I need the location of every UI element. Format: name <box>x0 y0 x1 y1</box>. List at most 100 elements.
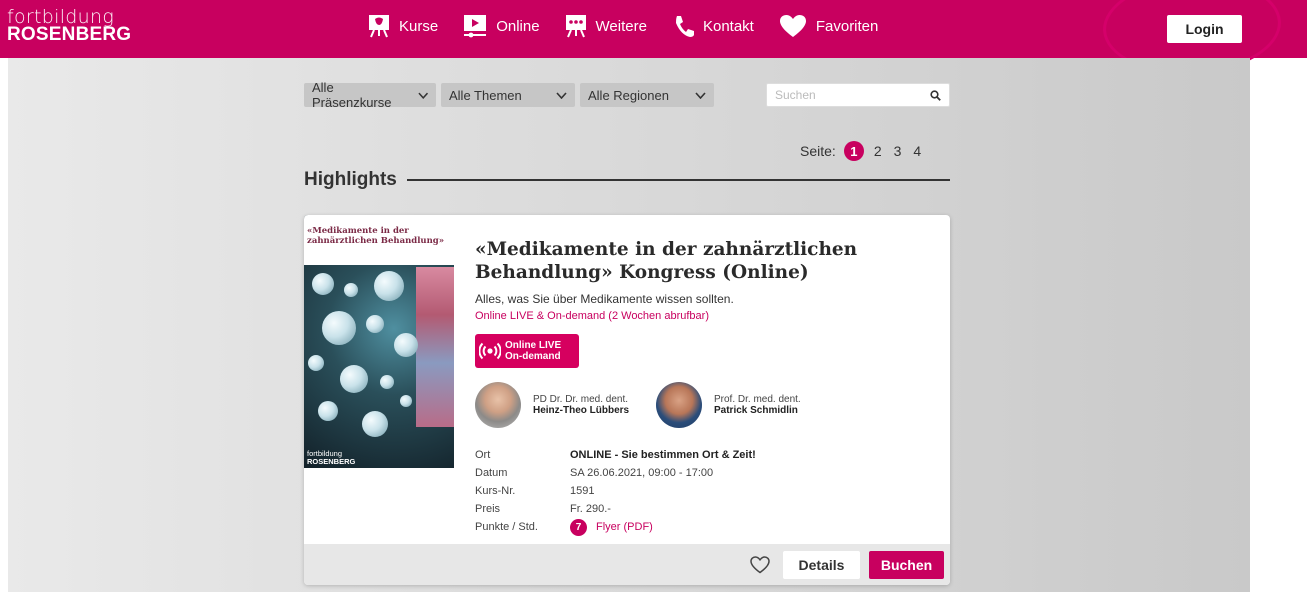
points-badge: 7 <box>570 518 587 536</box>
cover-cell <box>400 395 412 407</box>
info-value: ONLINE - Sie bestimmen Ort & Zeit! <box>570 449 756 461</box>
cover-subtitle <box>307 249 451 254</box>
info-row-points: Punkte / Std. 7 Flyer (PDF) <box>475 518 756 536</box>
page-2-button[interactable]: 2 <box>874 143 882 159</box>
card-footer: Details Buchen <box>304 544 950 585</box>
chevron-down-icon <box>556 91 567 99</box>
search-input[interactable]: Suchen <box>766 83 950 107</box>
cover-cell <box>340 365 368 393</box>
course-description: Alles, was Sie über Medikamente wissen s… <box>475 292 734 306</box>
page-4-button[interactable]: 4 <box>913 143 921 159</box>
cover-cell <box>374 271 404 301</box>
info-row-location: Ort ONLINE - Sie bestimmen Ort & Zeit! <box>475 446 756 464</box>
cover-cell <box>362 411 388 437</box>
flyer-link[interactable]: Flyer (PDF) <box>596 521 653 533</box>
speaker-1-name: PD Dr. Dr. med. dent. Heinz-Theo Lübbers <box>533 394 629 417</box>
online-live-badge: Online LIVE On-demand <box>475 334 579 368</box>
cover-header: «Medikamente in der zahnärztlichen Behan… <box>304 215 454 265</box>
cover-photo-strip <box>416 267 454 427</box>
cover-cell <box>380 375 394 389</box>
nav-item-weitere[interactable]: Weitere <box>565 14 647 38</box>
filter-topics[interactable]: Alle Themen <box>441 83 575 107</box>
chevron-down-icon <box>695 91 706 99</box>
filter-bar: Alle Präsenzkurse Alle Themen Alle Regio… <box>304 80 719 110</box>
book-button[interactable]: Buchen <box>869 551 944 579</box>
course-mode: Online LIVE & On-demand (2 Wochen abrufb… <box>475 310 709 322</box>
highlights-header: Highlights <box>304 169 950 191</box>
search-placeholder: Suchen <box>775 88 816 102</box>
speaker-1-fullname: Heinz-Theo Lübbers <box>533 405 630 416</box>
badge-line-1: Online LIVE <box>505 340 562 351</box>
search-icon <box>930 89 941 101</box>
filter-regions[interactable]: Alle Regionen <box>580 83 714 107</box>
brand-logo[interactable]: fortbildung ROSENBERG <box>7 6 131 45</box>
section-title: Highlights <box>304 169 397 190</box>
nav-label-weitere: Weitere <box>595 17 647 35</box>
nav-label-kontakt: Kontakt <box>702 17 754 35</box>
info-row-course-number: Kurs-Nr. 1591 <box>475 482 756 500</box>
top-navigation-bar: fortbildung ROSENBERG Kurse Online Weite… <box>0 0 1307 58</box>
page-1-button[interactable]: 1 <box>843 141 864 161</box>
avatar <box>656 382 702 428</box>
broadcast-icon <box>479 342 501 360</box>
login-button[interactable]: Login <box>1167 15 1242 43</box>
video-play-icon <box>464 15 487 38</box>
course-cover-image[interactable]: «Medikamente in der zahnärztlichen Behan… <box>304 215 454 468</box>
info-value: 1591 <box>570 485 595 497</box>
cover-logo-line-2: ROSENBERG <box>307 456 356 466</box>
presentation-board-icon <box>369 15 389 38</box>
info-value: 7 Flyer (PDF) <box>570 518 653 536</box>
nav-label-kurse: Kurse <box>399 17 439 35</box>
nav-item-kurse[interactable]: Kurse <box>368 14 438 38</box>
section-divider <box>406 179 950 181</box>
speaker-1[interactable]: PD Dr. Dr. med. dent. Heinz-Theo Lübbers <box>475 382 629 428</box>
cover-cell <box>308 355 324 371</box>
nav-label-favoriten: Favoriten <box>815 17 879 35</box>
nav-item-online[interactable]: Online <box>463 14 540 38</box>
cover-cell <box>344 283 358 297</box>
pagination-label: Seite: <box>800 143 836 159</box>
cover-logo: fortbildung ROSENBERG <box>307 450 355 465</box>
nav-item-favoriten[interactable]: Favoriten <box>779 14 879 38</box>
speaker-1-title: PD Dr. Dr. med. dent. <box>533 393 629 405</box>
heart-outline-icon <box>750 556 770 574</box>
cover-cell <box>312 273 334 295</box>
heart-icon <box>779 15 806 37</box>
speaker-2-name: Prof. Dr. med. dent. Patrick Schmidlin <box>714 394 801 417</box>
speaker-2[interactable]: Prof. Dr. med. dent. Patrick Schmidlin <box>656 382 801 428</box>
info-label: Kurs-Nr. <box>475 485 516 497</box>
info-label: Ort <box>475 449 491 461</box>
filter-course-type[interactable]: Alle Präsenzkurse <box>304 80 436 110</box>
nav-label-online: Online <box>496 17 540 35</box>
favorite-button[interactable] <box>750 556 770 579</box>
nav-item-kontakt[interactable]: Kontakt <box>672 14 754 38</box>
filter-course-type-label: Alle Präsenzkurse <box>312 80 392 110</box>
cover-cell <box>366 315 384 333</box>
filter-regions-label: Alle Regionen <box>588 87 669 103</box>
info-value: SA 26.06.2021, 09:00 - 17:00 <box>570 467 714 479</box>
speaker-2-title: Prof. Dr. med. dent. <box>714 393 801 405</box>
info-label: Punkte / Std. <box>475 521 538 533</box>
course-card[interactable]: «Medikamente in der zahnärztlichen Behan… <box>304 215 950 585</box>
pagination: Seite: 1 2 3 4 <box>800 141 933 161</box>
badge-text: Online LIVE On-demand <box>505 340 561 362</box>
avatar <box>475 382 521 428</box>
info-row-price: Preis Fr. 290.- <box>475 500 756 518</box>
chevron-down-icon <box>417 92 428 99</box>
cover-cell <box>322 311 356 345</box>
course-title[interactable]: «Medikamente in der zahnärztlichen Behan… <box>475 239 940 284</box>
logo-line-1: fortbildung <box>7 6 115 28</box>
presentation-more-icon <box>565 15 586 38</box>
location-value: ONLINE - Sie bestimmen Ort & Zeit! <box>570 449 756 461</box>
details-button[interactable]: Details <box>783 551 860 579</box>
speaker-2-fullname: Patrick Schmidlin <box>714 405 798 416</box>
phone-icon <box>675 16 694 37</box>
info-label: Datum <box>475 467 508 479</box>
page-3-button[interactable]: 3 <box>894 143 902 159</box>
info-row-date: Datum SA 26.06.2021, 09:00 - 17:00 <box>475 464 756 482</box>
info-label: Preis <box>475 503 501 515</box>
main-nav: Kurse Online Weitere Kontakt Favoriten <box>368 14 903 38</box>
cover-cell <box>318 401 338 421</box>
badge-line-2: On-demand <box>505 351 561 362</box>
course-info-table: Ort ONLINE - Sie bestimmen Ort & Zeit! D… <box>475 446 756 536</box>
